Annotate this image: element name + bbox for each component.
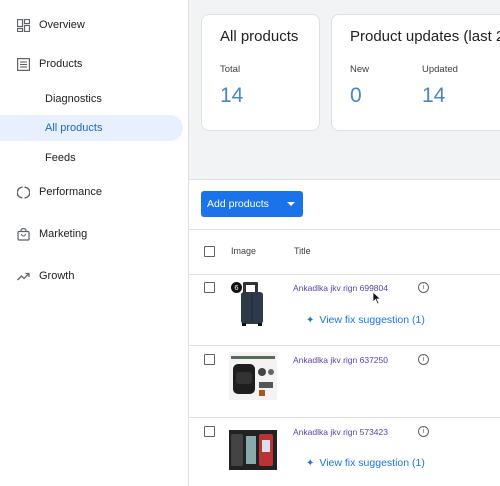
sidebar: Overview Products Diagnostics All produc… <box>0 0 189 486</box>
sidebar-item-performance[interactable]: Performance <box>0 179 188 205</box>
sidebar-item-label: Growth <box>39 270 75 282</box>
sidebar-item-marketing[interactable]: Marketing <box>0 221 188 247</box>
list-icon <box>16 57 30 71</box>
total-label: Total <box>220 64 241 75</box>
updated-label: Updated <box>422 64 458 75</box>
add-products-button[interactable]: Add products <box>201 191 303 217</box>
product-title-link[interactable]: Ankadlka jkv rign 573423 <box>293 427 388 437</box>
magic-wand-icon: ✦ <box>306 314 315 326</box>
sidebar-subitem-label: Diagnostics <box>45 93 102 105</box>
trending-up-icon <box>16 269 30 283</box>
row-checkbox[interactable] <box>204 282 215 293</box>
table-row[interactable]: Ankadlka jkv rign 573423 i ✦ View fix su… <box>189 418 500 486</box>
sidebar-item-label: Products <box>39 58 83 70</box>
product-image <box>229 430 277 478</box>
updated-value: 14 <box>422 84 446 107</box>
all-products-card: All products Total 14 <box>201 14 320 131</box>
products-table: Add products Image Title 6 Ankadlka jkv … <box>189 179 500 486</box>
fix-link-label: View fix suggestion (1) <box>319 457 425 469</box>
new-label: New <box>350 64 370 75</box>
overview-icon <box>16 18 30 32</box>
sidebar-subitem-label: Feeds <box>45 152 76 164</box>
sidebar-item-diagnostics[interactable]: Diagnostics <box>0 86 183 112</box>
view-fix-suggestion-link[interactable]: ✦ View fix suggestion (1) <box>306 457 425 469</box>
sidebar-item-growth[interactable]: Growth <box>0 263 188 289</box>
card-title: All products <box>220 28 299 45</box>
product-updates-card: Product updates (last 2 New 0 Updated 14 <box>331 14 500 131</box>
title-column-header[interactable]: Title <box>294 246 311 256</box>
sidebar-item-all-products[interactable]: All products <box>0 115 183 141</box>
sidebar-item-label: Overview <box>39 19 85 31</box>
view-fix-suggestion-link[interactable]: ✦ View fix suggestion (1) <box>306 314 425 326</box>
sidebar-item-label: Performance <box>39 186 102 198</box>
image-column-header: Image <box>231 246 257 256</box>
select-all-checkbox[interactable] <box>204 246 215 257</box>
sidebar-item-label: Marketing <box>39 228 88 240</box>
info-icon[interactable]: i <box>418 282 429 293</box>
chevron-down-icon[interactable] <box>287 202 295 206</box>
sidebar-item-overview[interactable]: Overview <box>0 12 188 38</box>
magic-wand-icon: ✦ <box>306 457 315 469</box>
table-header: Image Title <box>189 229 500 275</box>
new-value: 0 <box>350 84 362 107</box>
product-image <box>229 352 277 400</box>
info-icon[interactable]: i <box>418 426 429 437</box>
table-row[interactable]: 6 Ankadlka jkv rign 699804 i ✦ View fix … <box>189 274 500 346</box>
table-row[interactable]: Ankadlka jkv rign 637250 i <box>189 346 500 418</box>
main-content: All products Total 14 Product updates (l… <box>189 0 500 486</box>
row-checkbox[interactable] <box>204 354 215 365</box>
sidebar-item-feeds[interactable]: Feeds <box>0 145 183 171</box>
card-title: Product updates (last 2 <box>350 28 500 45</box>
sidebar-item-products[interactable]: Products <box>0 51 188 77</box>
shopping-bag-icon <box>16 227 30 241</box>
total-value: 14 <box>220 84 244 107</box>
product-title-link[interactable]: Ankadlka jkv rign 637250 <box>293 355 388 365</box>
performance-icon <box>16 185 30 199</box>
product-badge: 6 <box>231 282 242 293</box>
info-icon[interactable]: i <box>418 354 429 365</box>
fix-link-label: View fix suggestion (1) <box>319 314 425 326</box>
sidebar-subitem-label: All products <box>45 122 103 134</box>
row-checkbox[interactable] <box>204 426 215 437</box>
add-products-label: Add products <box>207 198 269 210</box>
